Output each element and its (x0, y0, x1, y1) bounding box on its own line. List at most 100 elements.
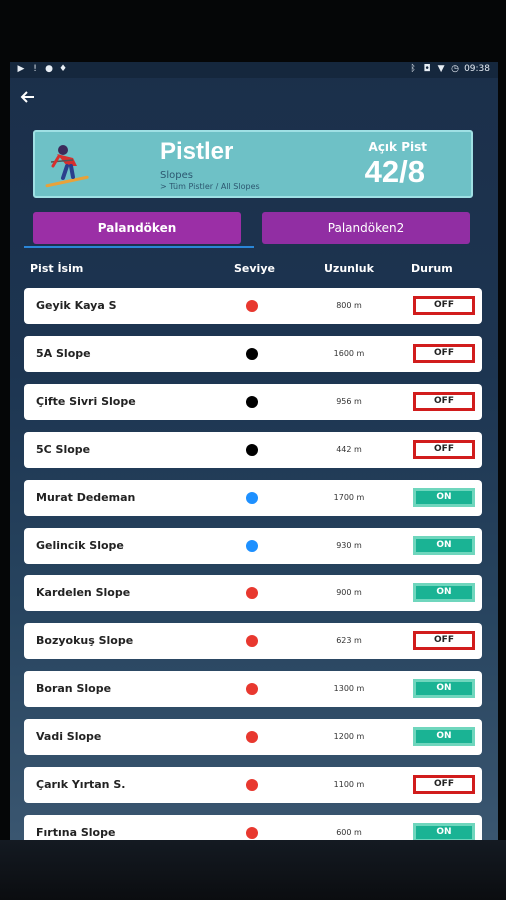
difficulty-dot-icon (246, 539, 258, 552)
difficulty-dot-icon (246, 683, 258, 696)
slope-name: Gelincik Slope (36, 538, 124, 552)
slope-length: 600 m (336, 827, 362, 837)
status-badge[interactable]: OFF (413, 343, 475, 363)
page-subtitle: Slopes (160, 170, 193, 181)
slope-length: 1300 m (333, 684, 365, 694)
slope-length: 623 m (336, 636, 362, 646)
table-row[interactable]: Çarık Yırtan S. 1100 m OFF (24, 767, 482, 803)
status-label: OFF (434, 300, 454, 310)
slope-length: 442 m (336, 444, 362, 454)
table-row[interactable]: Kardelen Slope 900 m ON (24, 575, 482, 612)
tab-palandoken[interactable]: Palandöken (33, 212, 241, 244)
difficulty-dot-icon (246, 826, 258, 839)
difficulty-dot-icon (246, 635, 258, 648)
difficulty-dot-icon (246, 779, 258, 791)
open-slopes-count: 42/8 (364, 154, 425, 189)
youtube-icon: ▶ (17, 64, 25, 74)
slope-name: Boran Slope (36, 682, 112, 696)
column-status: Durum (411, 262, 453, 275)
app-screen: ▶ ! ● ♦ ᛒ ◘ ▼ ◷ 09:38 Pistler Slopes > T… (10, 62, 498, 840)
slope-name: Kardelen Slope (36, 586, 131, 600)
tab-palandoken2[interactable]: Palandöken2 (262, 212, 470, 244)
alarm-icon: ◷ (451, 64, 459, 74)
status-badge[interactable]: OFF (413, 439, 475, 459)
status-label: OFF (434, 347, 454, 358)
status-time: 09:38 (464, 64, 490, 74)
slope-length: 1200 m (333, 732, 365, 742)
difficulty-dot-icon (246, 395, 258, 408)
device-frame: ▶ ! ● ♦ ᛒ ◘ ▼ ◷ 09:38 Pistler Slopes > T… (0, 0, 506, 900)
column-name: Pist İsim (30, 262, 84, 275)
active-tab-indicator (24, 246, 254, 248)
status-badge[interactable]: ON (413, 583, 475, 603)
slope-length: 1100 m (333, 780, 365, 789)
difficulty-dot-icon (246, 300, 258, 312)
status-badge[interactable]: ON (413, 487, 475, 507)
status-label: OFF (434, 395, 454, 406)
difficulty-dot-icon (246, 731, 258, 744)
slope-name: Çarık Yırtan S. (36, 778, 126, 791)
slope-name: Murat Dedeman (36, 490, 136, 504)
status-badge[interactable]: ON (413, 822, 475, 840)
status-badge[interactable]: ON (413, 679, 475, 699)
status-badge[interactable]: OFF (413, 631, 475, 651)
skier-icon (43, 140, 91, 188)
table-row[interactable]: Vadi Slope 1200 m ON (24, 719, 482, 756)
difficulty-dot-icon (246, 587, 258, 600)
status-badge[interactable]: OFF (413, 296, 475, 315)
table-row[interactable]: 5A Slope 1600 m OFF (24, 335, 482, 372)
status-label: ON (436, 587, 452, 598)
slope-length: 930 m (336, 540, 362, 550)
slope-name: Geyik Kaya S (36, 299, 117, 312)
status-label: OFF (434, 635, 454, 646)
difficulty-dot-icon (246, 347, 258, 360)
slope-length: 800 m (336, 301, 362, 310)
background-strip (0, 840, 506, 900)
status-label: ON (436, 491, 452, 502)
status-label: ON (436, 731, 452, 742)
table-row[interactable]: Fırtına Slope 600 m ON (24, 814, 482, 840)
wifi-icon: ▼ (437, 64, 445, 74)
column-length: Uzunluk (324, 262, 374, 275)
back-arrow-icon[interactable] (20, 89, 40, 107)
difficulty-dot-icon (246, 443, 258, 456)
difficulty-dot-icon (246, 491, 258, 504)
chat-icon: ● (45, 64, 53, 74)
column-level: Seviye (234, 262, 275, 275)
table-row[interactable]: 5C Slope 442 m OFF (24, 431, 482, 468)
status-label: ON (436, 683, 452, 694)
page-title: Pistler (160, 138, 234, 165)
slope-length: 900 m (336, 588, 362, 598)
slope-name: Fırtına Slope (36, 825, 116, 839)
slope-name: 5A Slope (36, 346, 91, 360)
slope-name: Vadi Slope (36, 730, 102, 744)
vibrate-icon: ◘ (423, 64, 431, 74)
table-row[interactable]: Bozyokuş Slope 623 m OFF (24, 623, 482, 660)
status-label: OFF (434, 779, 454, 789)
slope-length: 1700 m (333, 492, 365, 502)
status-bar: ▶ ! ● ♦ ᛒ ◘ ▼ ◷ 09:38 (10, 62, 498, 78)
slope-length: 956 m (336, 396, 362, 406)
alert-icon: ! (33, 64, 37, 74)
header-card: Pistler Slopes > Tüm Pistler / All Slope… (33, 130, 473, 198)
status-badge[interactable]: ON (413, 727, 475, 747)
status-badge[interactable]: OFF (413, 391, 475, 411)
status-label: ON (436, 826, 452, 837)
status-label: OFF (434, 443, 454, 454)
slope-name: Çifte Sivri Slope (36, 394, 136, 408)
bluetooth-icon: ᛒ (410, 64, 416, 74)
status-badge[interactable]: ON (413, 535, 475, 555)
table-row[interactable]: Boran Slope 1300 m ON (24, 671, 482, 708)
status-badge[interactable]: OFF (413, 775, 475, 794)
table-row[interactable]: Çifte Sivri Slope 956 m OFF (24, 383, 482, 420)
table-row[interactable]: Gelincik Slope 930 m ON (24, 527, 482, 564)
slope-length: 1600 m (333, 348, 365, 358)
table-row[interactable]: Geyik Kaya S 800 m OFF (24, 288, 482, 324)
breadcrumb[interactable]: > Tüm Pistler / All Slopes (160, 182, 260, 191)
status-label: ON (436, 539, 452, 550)
open-slopes-label: Açık Pist (368, 140, 427, 154)
slope-name: Bozyokuş Slope (36, 634, 134, 648)
slope-name: 5C Slope (36, 442, 91, 456)
table-row[interactable]: Murat Dedeman 1700 m ON (24, 479, 482, 516)
location-icon: ♦ (58, 64, 68, 74)
